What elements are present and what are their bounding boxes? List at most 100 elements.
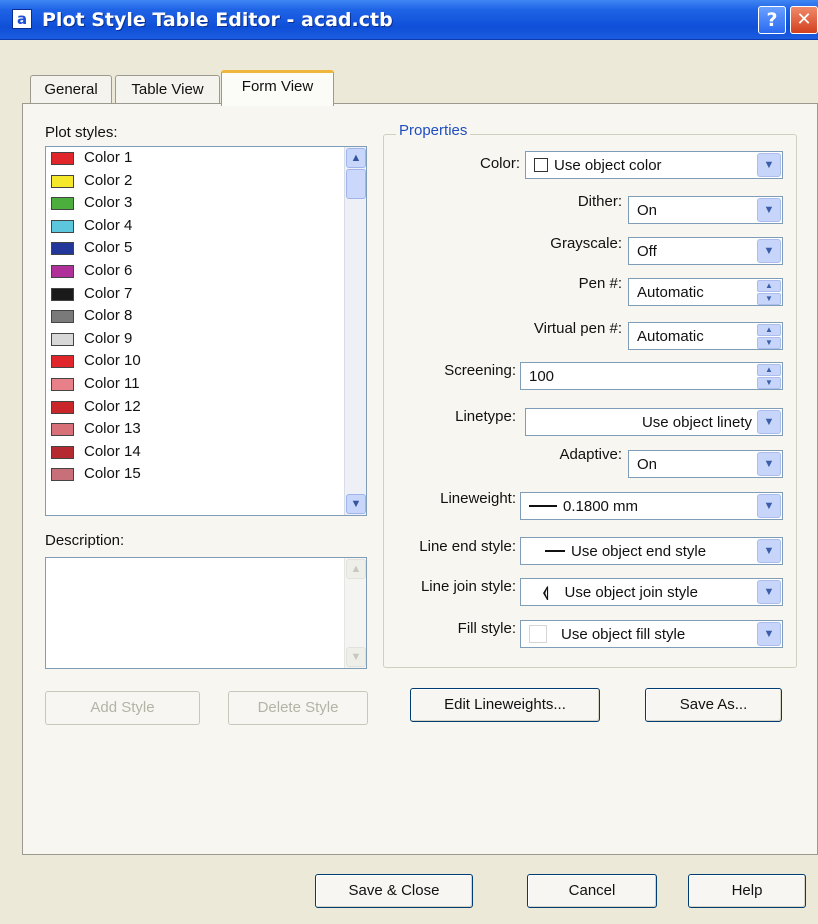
plot-style-item[interactable]: Color 9 (46, 330, 336, 348)
close-icon[interactable]: ✕ (790, 6, 818, 34)
chevron-down-icon[interactable]: ▼ (757, 622, 781, 646)
plot-style-item[interactable]: Color 15 (46, 465, 336, 483)
chevron-down-icon[interactable]: ▼ (757, 239, 781, 263)
plot-style-item[interactable]: Color 8 (46, 307, 336, 325)
lineweight-label: Lineweight: (440, 490, 516, 507)
lineweight-sample-icon (529, 505, 557, 507)
spin-up-icon[interactable]: ▲ (757, 280, 781, 292)
color-swatch-icon (51, 287, 74, 301)
chevron-down-icon[interactable]: ▼ (757, 153, 781, 177)
lineweight-dropdown[interactable]: 0.1800 mm ▼ (520, 492, 783, 520)
plot-style-item[interactable]: Color 14 (46, 443, 336, 461)
dither-dropdown[interactable]: On ▼ (628, 196, 783, 224)
color-swatch-icon (51, 310, 74, 324)
plot-style-label: Color 9 (84, 329, 133, 347)
line-join-style-label: Line join style: (420, 578, 516, 595)
plot-style-item[interactable]: Color 5 (46, 239, 336, 257)
add-style-button[interactable]: Add Style (45, 691, 200, 725)
fill-style-dropdown[interactable]: Use object fill style ▼ (520, 620, 783, 648)
plot-style-item[interactable]: Color 4 (46, 217, 336, 235)
adaptive-dropdown[interactable]: On ▼ (628, 450, 783, 478)
line-end-sample-icon (545, 550, 565, 552)
chevron-down-icon[interactable]: ▼ (757, 198, 781, 222)
plot-styles-list[interactable]: Color 1 Color 2 Color 3 Color 4 Color 5 Color… (45, 146, 367, 516)
line-join-style-value: ⦉ Use object join style (543, 579, 698, 607)
adaptive-label: Adaptive: (559, 446, 622, 463)
plot-style-label: Color 6 (84, 262, 133, 279)
plot-style-item[interactable]: Color 7 (46, 285, 336, 303)
line-join-sample-icon: ⦉ (543, 584, 549, 601)
lineweight-value: 0.1800 mm (529, 493, 638, 521)
description-scrollbar[interactable]: ▲ ▼ (344, 558, 366, 668)
plot-style-item[interactable]: Color 13 (46, 420, 336, 438)
description-field[interactable]: ▲ ▼ (45, 557, 367, 669)
plot-style-item[interactable]: Color 2 (46, 172, 336, 190)
cancel-button[interactable]: Cancel (527, 874, 657, 908)
dither-label: Dither: (577, 193, 622, 210)
tab-form-view[interactable]: Form View (221, 70, 334, 106)
spin-up-icon[interactable]: ▲ (757, 364, 781, 376)
plot-style-item[interactable]: Color 12 (46, 398, 336, 416)
plot-style-item[interactable]: Color 11 (46, 375, 336, 393)
chevron-down-icon[interactable]: ▼ (757, 410, 781, 434)
plot-style-item[interactable]: Color 1 (46, 149, 336, 167)
pen-value: Automatic (637, 284, 704, 301)
spin-up-icon[interactable]: ▲ (757, 324, 781, 336)
virtual-pen-value: Automatic (637, 328, 704, 345)
help-button[interactable]: Help (688, 874, 806, 908)
color-swatch-icon (51, 242, 74, 256)
plot-style-item[interactable]: Color 6 (46, 262, 336, 280)
virtual-pen-spinner[interactable]: Automatic ▲ ▼ (628, 322, 783, 350)
scroll-up-icon[interactable]: ▲ (346, 559, 366, 579)
pen-label: Pen #: (578, 275, 622, 292)
color-swatch-icon (534, 158, 548, 172)
plot-style-label: Color 14 (84, 442, 141, 460)
title-bar[interactable]: a Plot Style Table Editor - acad.ctb ? ✕ (0, 0, 818, 40)
tab-general[interactable]: General (30, 75, 112, 105)
plot-style-label: Color 15 (84, 465, 141, 483)
save-close-button[interactable]: Save & Close (315, 874, 473, 908)
line-end-style-value: Use object end style (545, 538, 706, 566)
scroll-down-icon[interactable]: ▼ (346, 647, 366, 667)
adaptive-value: On (637, 456, 658, 473)
line-join-style-dropdown[interactable]: ⦉ Use object join style ▼ (520, 578, 783, 606)
color-value-text: Use object color (554, 157, 662, 174)
chevron-down-icon[interactable]: ▼ (757, 539, 781, 563)
plot-style-item[interactable]: Color 10 (46, 352, 336, 370)
tab-table-view[interactable]: Table View (115, 75, 220, 105)
pen-spinner[interactable]: Automatic ▲ ▼ (628, 278, 783, 306)
plot-style-item[interactable]: Color 3 (46, 194, 336, 212)
help-icon[interactable]: ? (758, 6, 786, 34)
plot-styles-scrollbar[interactable]: ▲ ▼ (344, 147, 366, 515)
autocad-app-icon[interactable]: a (12, 9, 32, 29)
line-end-style-dropdown[interactable]: Use object end style ▼ (520, 537, 783, 565)
color-swatch-icon (51, 355, 74, 369)
dither-value: On (637, 202, 658, 219)
chevron-down-icon[interactable]: ▼ (757, 494, 781, 518)
plot-style-label: Color 1 (84, 149, 133, 166)
spin-down-icon[interactable]: ▼ (757, 293, 781, 305)
scroll-down-icon[interactable]: ▼ (346, 494, 366, 514)
screening-label: Screening: (444, 362, 516, 379)
spin-down-icon[interactable]: ▼ (757, 337, 781, 349)
save-as-button[interactable]: Save As... (645, 688, 782, 722)
spin-down-icon[interactable]: ▼ (757, 377, 781, 389)
chevron-down-icon[interactable]: ▼ (757, 452, 781, 476)
delete-style-button[interactable]: Delete Style (228, 691, 368, 725)
color-dropdown[interactable]: Use object color ▼ (525, 151, 783, 179)
grayscale-dropdown[interactable]: Off ▼ (628, 237, 783, 265)
chevron-down-icon[interactable]: ▼ (757, 580, 781, 604)
edit-lineweights-button[interactable]: Edit Lineweights... (410, 688, 600, 722)
linetype-dropdown[interactable]: Use object linety ▼ (525, 408, 783, 436)
line-join-style-value-text: Use object join style (564, 584, 698, 601)
color-swatch-icon (51, 468, 74, 482)
screening-spinner[interactable]: 100 ▲ ▼ (520, 362, 783, 390)
color-swatch-icon (51, 152, 74, 165)
scrollbar-thumb[interactable] (346, 169, 366, 199)
color-value: Use object color (534, 152, 662, 180)
color-swatch-icon (51, 423, 74, 437)
scroll-up-icon[interactable]: ▲ (346, 148, 366, 168)
window-title: Plot Style Table Editor - acad.ctb (42, 9, 393, 31)
plot-styles-label: Plot styles: (45, 124, 118, 141)
color-swatch-icon (51, 332, 74, 346)
